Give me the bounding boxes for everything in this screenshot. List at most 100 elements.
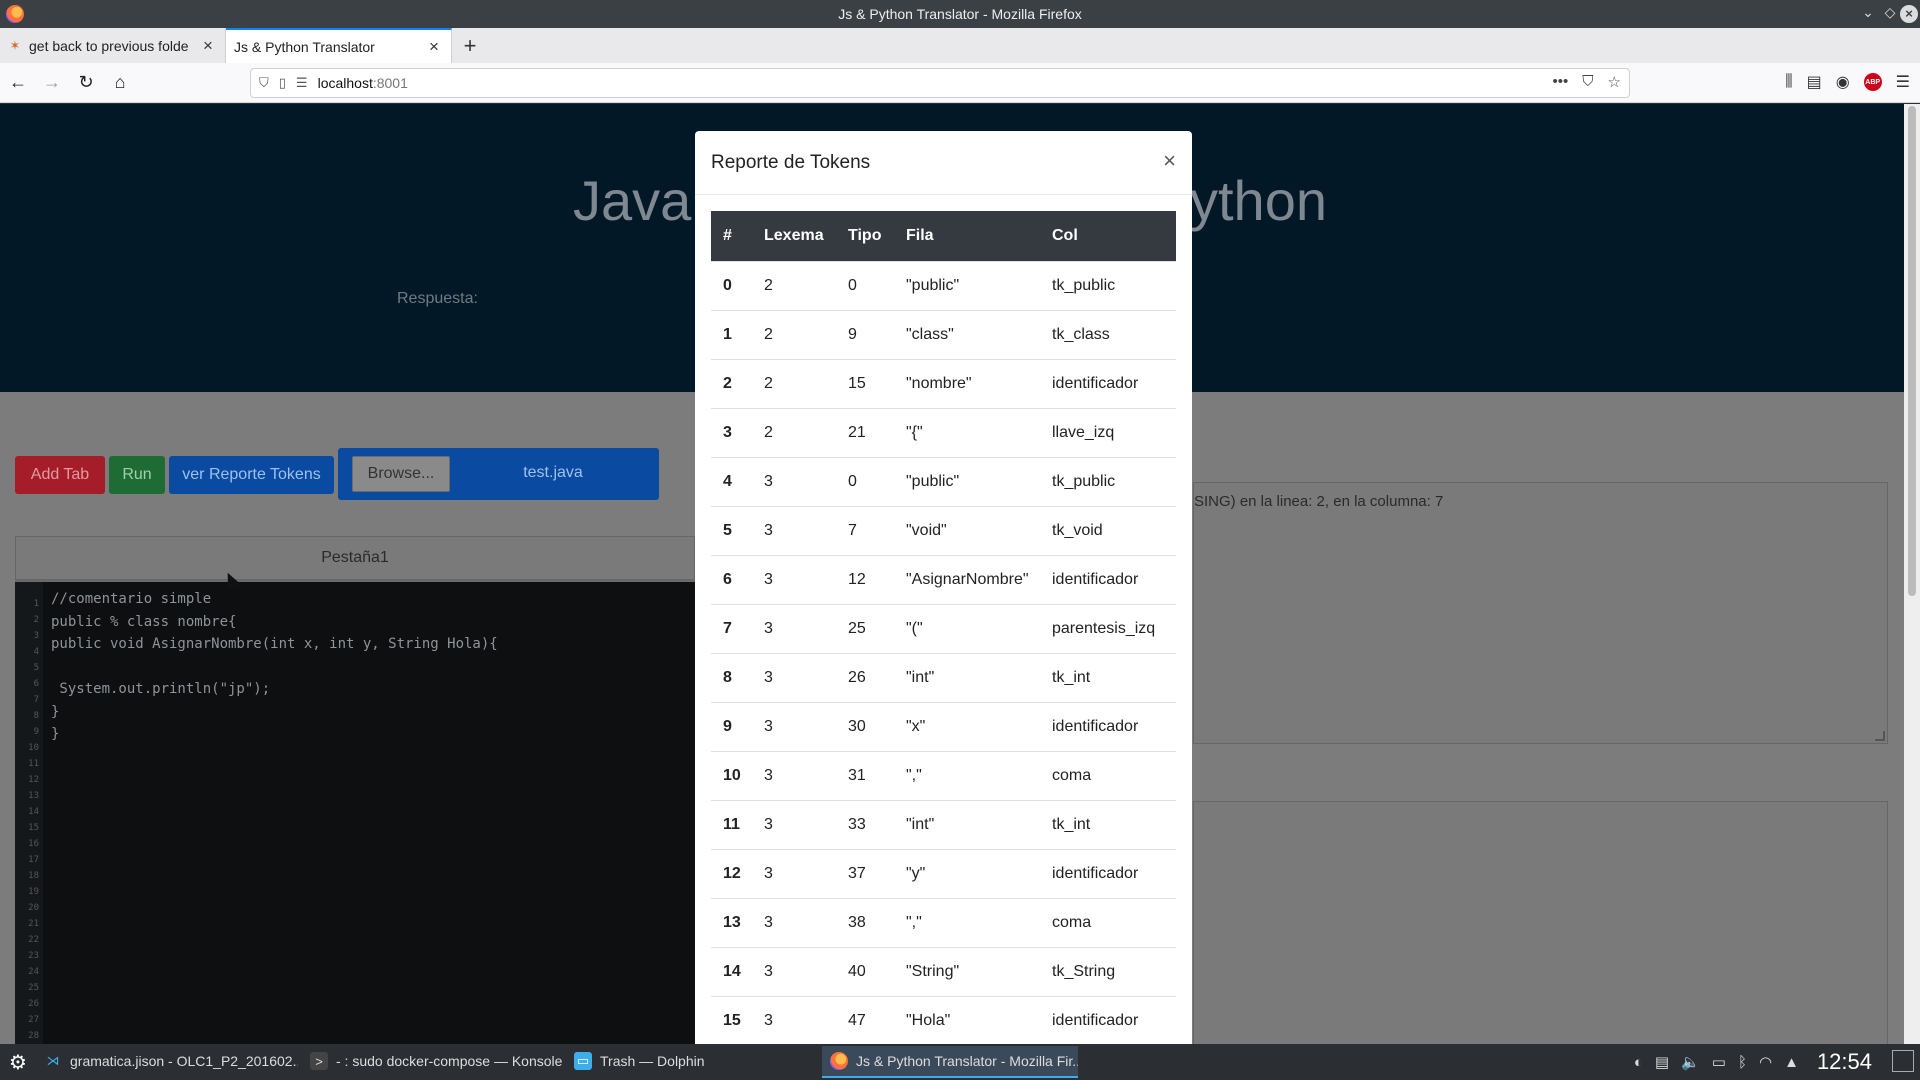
browse-button[interactable]: Browse...	[352, 456, 450, 492]
table-cell: 40	[836, 946, 894, 996]
accessibility-icon[interactable]: ◐	[1634, 1054, 1643, 1071]
page-actions-icon[interactable]: •••	[1553, 73, 1569, 91]
table-cell: "class"	[894, 309, 1040, 359]
account-icon[interactable]: ◉	[1836, 72, 1850, 92]
table-cell: identificador	[1040, 701, 1176, 751]
app-launcher-icon[interactable]: ⚙	[0, 1044, 36, 1080]
menu-icon[interactable]: ☰	[1896, 72, 1910, 92]
selected-file-name: test.java	[523, 464, 583, 481]
modal-header: Reporte de Tokens ×	[695, 131, 1192, 195]
permissions-icon[interactable]: ☰	[296, 75, 308, 91]
table-cell: ","	[894, 897, 1040, 947]
browser-tab-previous-folder[interactable]: ✶ get back to previous folde ×	[0, 28, 226, 63]
forward-icon[interactable]: →	[36, 67, 68, 99]
page-title-left: Java	[573, 169, 692, 232]
table-cell: 38	[836, 897, 894, 947]
back-icon[interactable]: ←	[2, 67, 34, 99]
adblock-icon[interactable]: ABP	[1863, 73, 1882, 91]
tab-label: Js & Python Translator	[234, 38, 375, 55]
scrollbar-thumb[interactable]	[1908, 106, 1916, 596]
code-content[interactable]: //comentario simple public % class nombre…	[43, 582, 695, 1044]
token-table-body: 0 2 0 "public" tk_public 1 2 9 "class" tk_class 2 2…	[711, 260, 1176, 1045]
table-cell: 3	[752, 456, 836, 506]
page-scrollbar[interactable]	[1904, 104, 1920, 1044]
table-cell: 3	[752, 848, 836, 898]
table-cell: 3	[752, 505, 836, 555]
table-cell: "x"	[894, 701, 1040, 751]
bookmark-star-icon[interactable]: ☆	[1608, 73, 1621, 91]
resize-handle[interactable]	[1875, 731, 1885, 741]
table-cell: "String"	[894, 946, 1040, 996]
table-cell: llave_izq	[1040, 407, 1176, 457]
taskbar-item-konsole[interactable]: > - : sudo docker-compose — Konsole	[302, 1046, 562, 1078]
code-editor[interactable]: 1 2 3 4 5 6 7 8 9 10 11 12 13 14 15 16 1…	[15, 582, 695, 1044]
new-tab-icon[interactable]: +	[452, 28, 488, 63]
taskbar-item-dolphin[interactable]: ▭ Trash — Dolphin	[566, 1046, 818, 1078]
code-line: }	[51, 703, 60, 720]
table-cell: 25	[836, 603, 894, 653]
output-console[interactable]	[1193, 801, 1888, 1044]
page-info-icon[interactable]: ▯	[279, 75, 286, 91]
table-cell: 6	[711, 554, 752, 604]
table-cell: 11	[711, 799, 752, 849]
url-bar[interactable]: ⛉ ▯ ☰ localhost:8001 ••• ⛉ ☆	[250, 68, 1630, 98]
bluetooth-icon[interactable]: ᛒ	[1738, 1054, 1747, 1071]
home-icon[interactable]: ⌂	[104, 67, 136, 99]
table-cell: tk_int	[1040, 652, 1176, 702]
minimize-icon[interactable]: ⌄	[1858, 4, 1878, 21]
table-cell: ","	[894, 750, 1040, 800]
table-cell: 14	[711, 946, 752, 996]
file-input[interactable]: Browse... test.java	[338, 448, 659, 500]
library-icon[interactable]: ⫼	[1785, 73, 1792, 91]
table-cell: 3	[752, 799, 836, 849]
table-row: 0 2 0 "public" tk_public	[711, 260, 1176, 310]
taskbar-item-vscode[interactable]: ⋊ gramatica.jison - OLC1_P2_201602...	[36, 1046, 299, 1078]
editor-tab-pestana1[interactable]: Pestaña1	[15, 536, 695, 580]
tray-expand-icon[interactable]: ▲	[1784, 1054, 1799, 1071]
error-console[interactable]: SING) en la linea: 2, en la columna: 7	[1193, 482, 1888, 744]
wifi-icon[interactable]: ◠	[1759, 1053, 1772, 1071]
modal-close-icon[interactable]: ×	[1163, 147, 1176, 175]
window-close-icon[interactable]: ×	[1900, 5, 1918, 23]
sidebar-icon[interactable]: ▤	[1807, 72, 1822, 92]
tab-close-icon[interactable]: ×	[199, 36, 217, 56]
taskbar-item-firefox[interactable]: Js & Python Translator - Mozilla Fir...	[822, 1046, 1078, 1078]
add-tab-button[interactable]: Add Tab	[15, 456, 105, 494]
page-title-right: ython	[1190, 169, 1327, 232]
table-cell: tk_void	[1040, 505, 1176, 555]
table-cell: 21	[836, 407, 894, 457]
firefox-icon	[830, 1052, 848, 1070]
window-titlebar: Js & Python Translator - Mozilla Firefox…	[0, 0, 1920, 28]
table-row: 13 3 38 "," coma	[711, 897, 1176, 947]
table-row: 3 2 21 "{" llave_izq	[711, 407, 1176, 457]
table-cell: 3	[711, 407, 752, 457]
table-cell: 3	[752, 897, 836, 947]
table-cell: 15	[711, 995, 752, 1045]
table-cell: "public"	[894, 456, 1040, 506]
table-cell: 0	[711, 260, 752, 310]
show-desktop-icon[interactable]	[1892, 1050, 1914, 1072]
table-cell: 1	[711, 309, 752, 359]
table-cell: parentesis_izq	[1040, 603, 1176, 653]
view-token-report-button[interactable]: ver Reporte Tokens	[169, 456, 334, 494]
clock[interactable]: 12:54	[1817, 1049, 1872, 1075]
table-cell: 9	[711, 701, 752, 751]
column-header: #	[711, 211, 752, 261]
volume-icon[interactable]: 🔈	[1681, 1053, 1700, 1071]
table-cell: "AsignarNombre"	[894, 554, 1040, 604]
maximize-icon[interactable]: ◇	[1880, 4, 1900, 21]
table-cell: 3	[752, 750, 836, 800]
browser-tab-translator[interactable]: Js & Python Translator ×	[226, 28, 452, 63]
run-button[interactable]: Run	[109, 456, 165, 494]
tab-close-icon[interactable]: ×	[425, 37, 443, 57]
reload-icon[interactable]: ↻	[70, 67, 102, 99]
clipboard-icon[interactable]: ▤	[1655, 1053, 1669, 1071]
battery-icon[interactable]: ▭	[1712, 1053, 1726, 1071]
table-cell: 2	[752, 358, 836, 408]
shield-icon[interactable]: ⛉	[259, 75, 269, 91]
pocket-icon[interactable]: ⛉	[1582, 73, 1593, 91]
table-cell: tk_public	[1040, 260, 1176, 310]
table-row: 5 3 7 "void" tk_void	[711, 505, 1176, 555]
table-cell: 2	[752, 260, 836, 310]
